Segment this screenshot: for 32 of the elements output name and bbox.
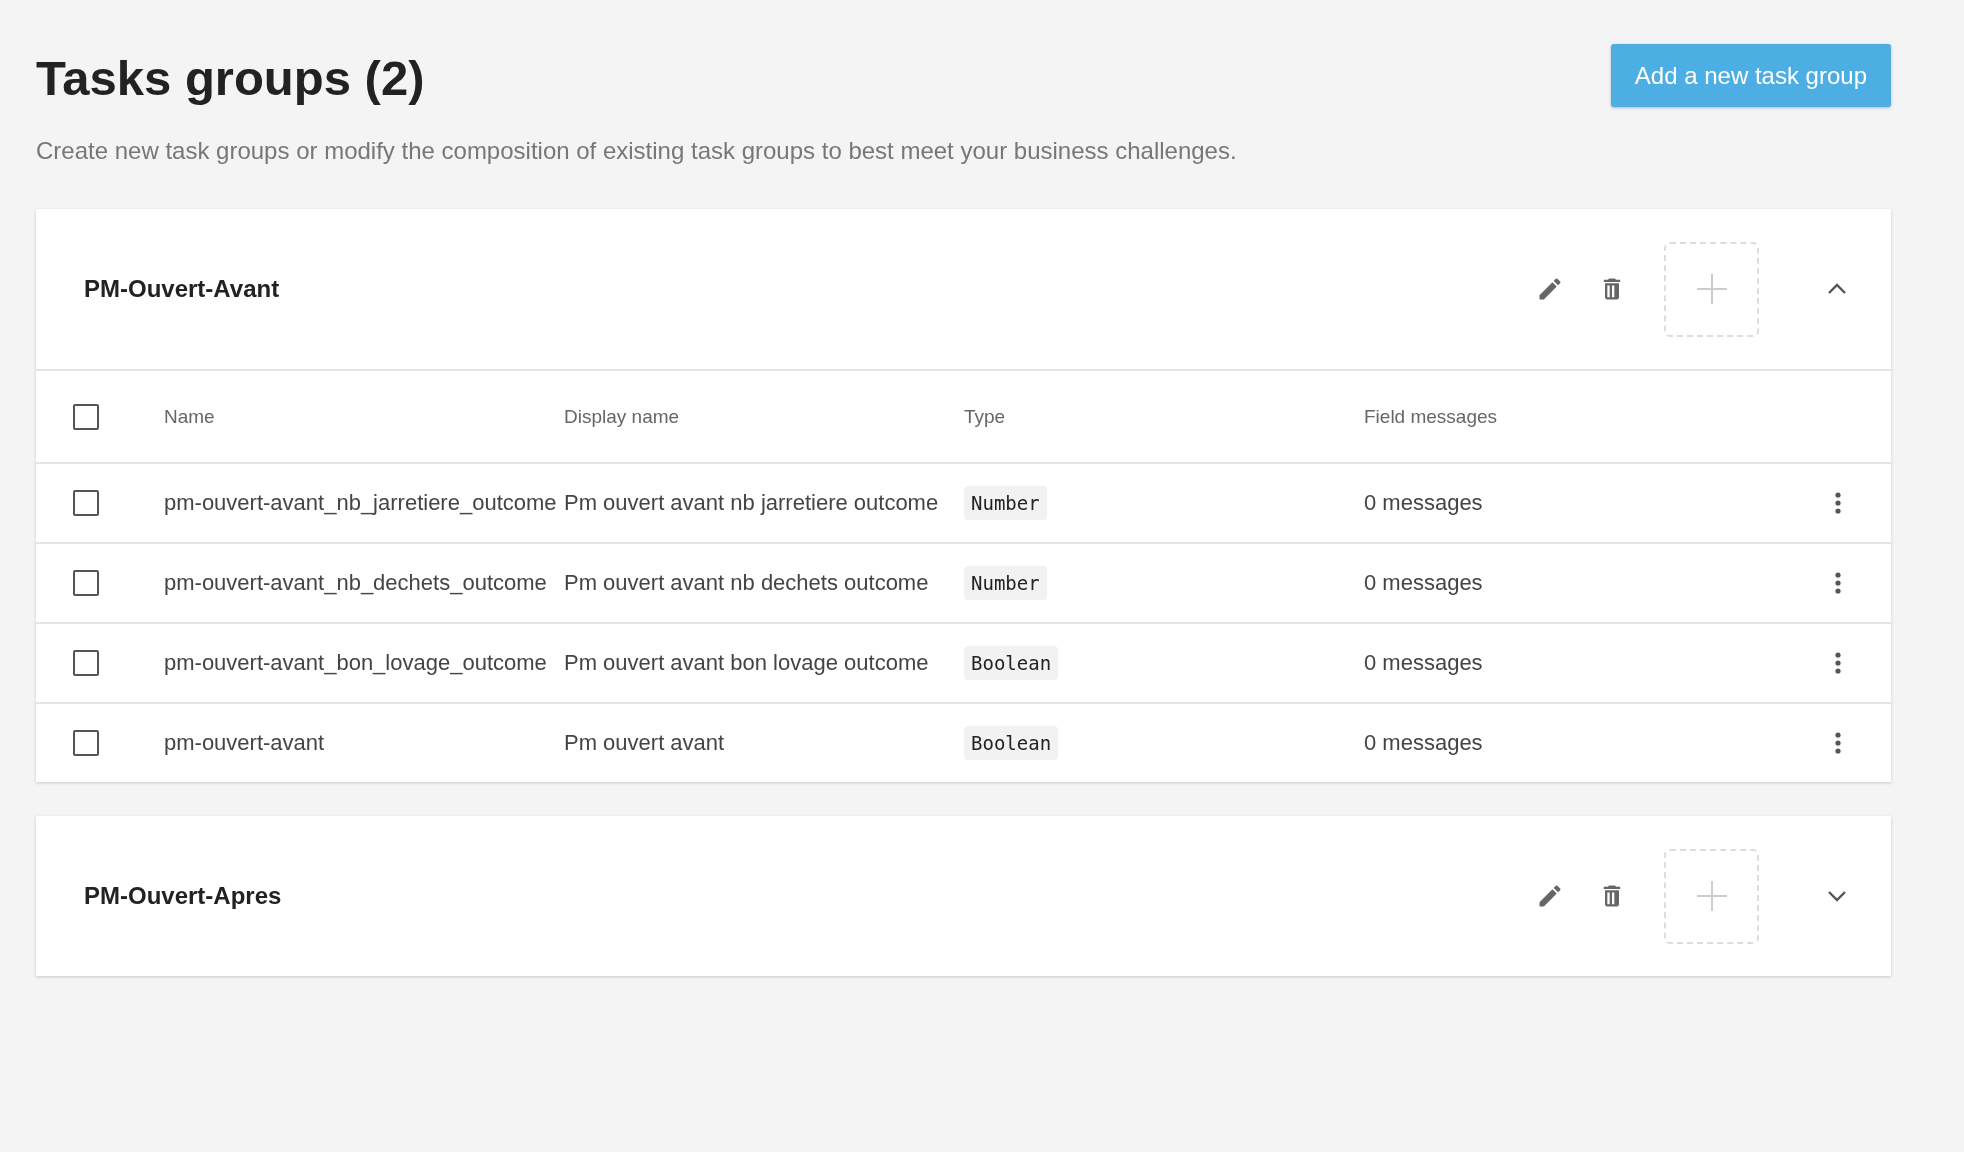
group-name: PM-Ouvert-Apres — [84, 882, 283, 910]
checkbox[interactable] — [73, 650, 99, 676]
type-tag: Boolean — [964, 646, 1059, 680]
group-name: PM-Ouvert-Avant — [84, 275, 281, 303]
type-tag: Boolean — [964, 726, 1059, 760]
column-header: Display name — [564, 405, 681, 428]
display-name-cell-text: Pm ouvert avant nb dechets outcome — [564, 570, 930, 596]
column-header: Name — [164, 405, 216, 428]
messages-cell-text: 0 messages — [1364, 490, 1484, 516]
name-cell-text: pm-ouvert-avant_nb_dechets_outcome — [164, 570, 548, 596]
checkbox[interactable] — [73, 490, 99, 516]
messages-cell-text: 0 messages — [1364, 650, 1484, 676]
name-cell-text: pm-ouvert-avant_bon_lovage_outcome — [164, 650, 548, 676]
name-cell-text: pm-ouvert-avant — [164, 730, 326, 756]
display-name-cell-text: Pm ouvert avant bon lovage outcome — [564, 650, 930, 676]
plus-icon — [1694, 879, 1729, 913]
checkbox[interactable] — [73, 570, 99, 596]
page-description: Create new task groups or modify the composition of existing task groups to best meet your business challenges. — [36, 137, 1238, 165]
plus-icon — [1694, 272, 1729, 306]
display-name-cell-text: Pm ouvert avant — [564, 730, 726, 756]
messages-cell-text: 0 messages — [1364, 570, 1484, 596]
name-cell-text: pm-ouvert-avant_nb_jarretiere_outcome — [164, 490, 558, 516]
add-task-group-button[interactable]: Add a new task group — [1610, 44, 1891, 107]
type-tag: Number — [964, 486, 1047, 520]
column-header: Type — [964, 405, 1007, 428]
page-title: Tasks groups (2) — [36, 50, 425, 106]
column-header: Field messages — [1364, 405, 1499, 428]
messages-cell-text: 0 messages — [1364, 730, 1484, 756]
checkbox[interactable] — [73, 403, 99, 430]
display-name-cell-text: Pm ouvert avant nb jarretiere outcome — [564, 490, 940, 516]
checkbox[interactable] — [73, 730, 99, 756]
type-tag: Number — [964, 566, 1047, 600]
